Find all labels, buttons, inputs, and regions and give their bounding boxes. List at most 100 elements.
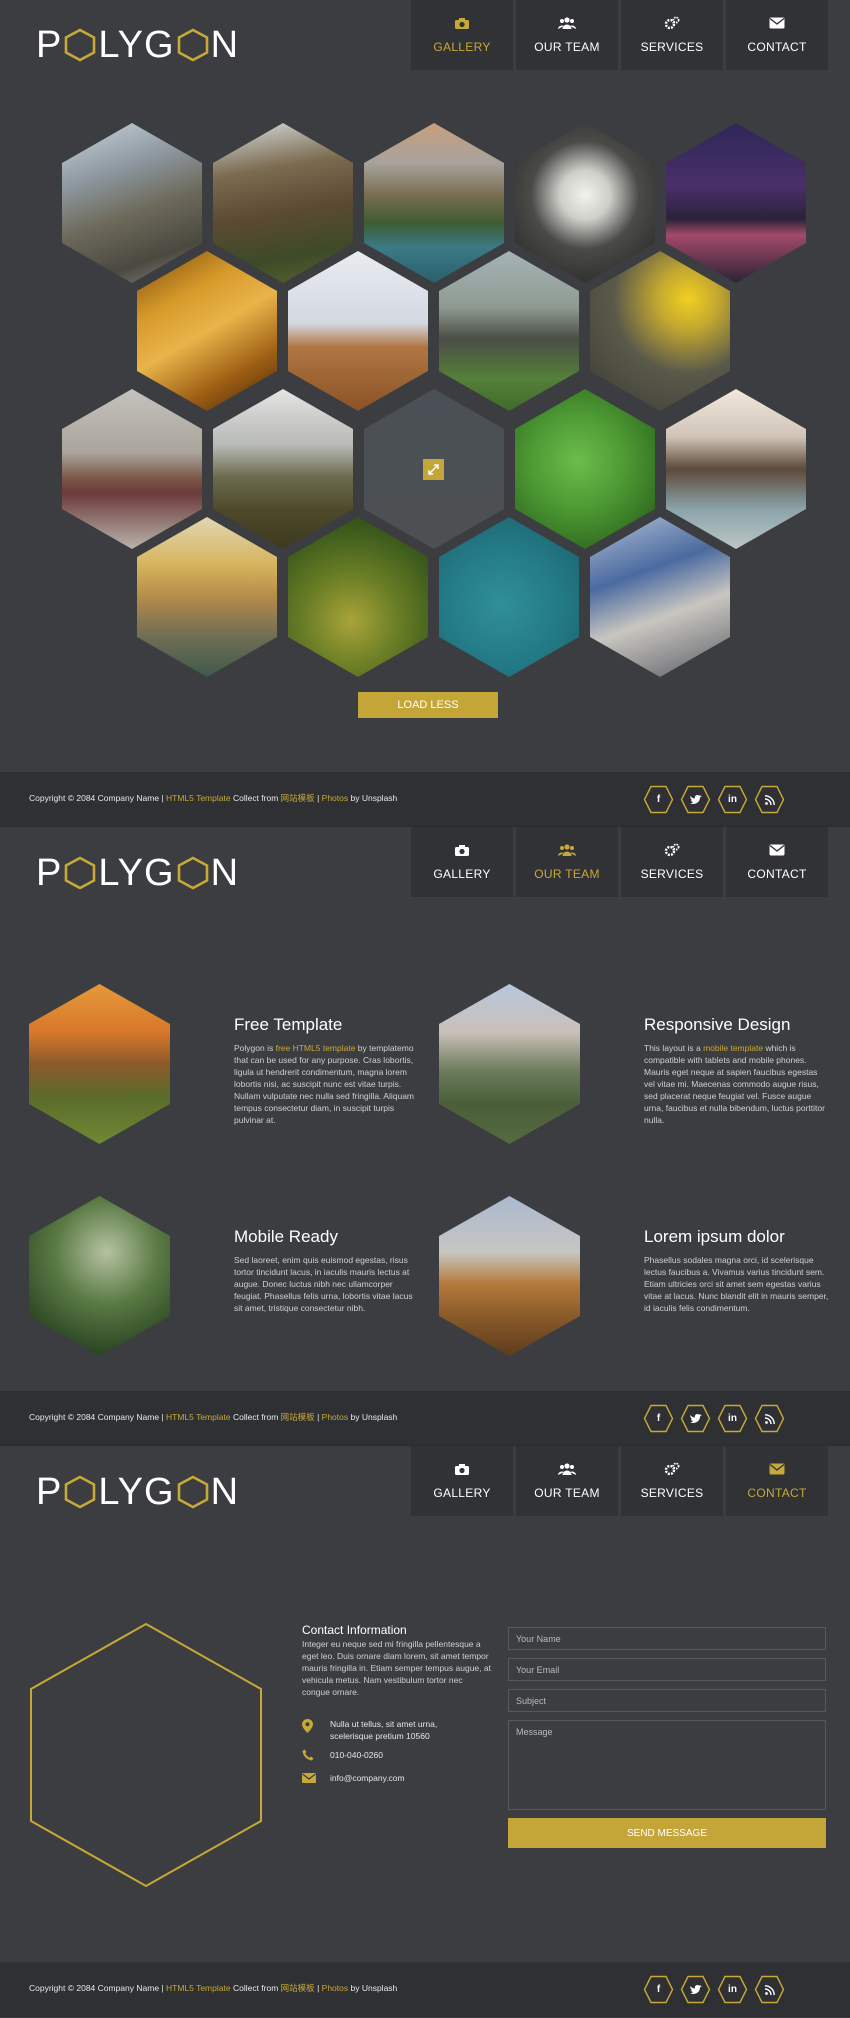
nav-contact[interactable]: CONTACT bbox=[726, 827, 828, 897]
main-nav: GALLERY OUR TEAM SERVICES CONTACT bbox=[411, 1446, 828, 1516]
nav-label: SERVICES bbox=[640, 1486, 704, 1500]
email-address[interactable]: info@company.com bbox=[330, 1773, 405, 1783]
rss-icon bbox=[764, 794, 775, 805]
expand-icon[interactable] bbox=[423, 459, 444, 480]
facebook-icon: f bbox=[656, 1984, 661, 1995]
feature-title: Lorem ipsum dolor bbox=[644, 1227, 785, 1246]
template-link[interactable]: HTML5 Template bbox=[166, 793, 231, 803]
nav-label: GALLERY bbox=[433, 867, 491, 881]
copyright: Copyright © 2084 Company Name | HTML5 Te… bbox=[29, 792, 397, 804]
logo[interactable]: P LYG N bbox=[36, 1471, 239, 1513]
footer: Copyright © 2084 Company Name | HTML5 Te… bbox=[0, 1391, 850, 1446]
facebook-icon: f bbox=[656, 794, 661, 805]
nav-gallery[interactable]: GALLERY bbox=[411, 827, 513, 897]
twitter-link[interactable] bbox=[680, 785, 711, 814]
linkedin-link[interactable]: in bbox=[717, 1404, 748, 1433]
copyright-text: Copyright © 2084 Company Name | bbox=[29, 1412, 164, 1422]
photos-link[interactable]: Photos bbox=[322, 1983, 348, 1993]
nav-contact[interactable]: CONTACT bbox=[726, 0, 828, 70]
users-icon bbox=[558, 1463, 576, 1475]
feature-text: Sed laoreet, enim quis euismod egestas, … bbox=[234, 1255, 413, 1313]
feature-title: Responsive Design bbox=[644, 1015, 791, 1034]
nav-label: OUR TEAM bbox=[534, 40, 600, 54]
rss-link[interactable] bbox=[754, 785, 785, 814]
nav-our-team[interactable]: OUR TEAM bbox=[516, 1446, 618, 1516]
phone-icon bbox=[302, 1749, 314, 1761]
gallery-photo[interactable] bbox=[590, 251, 730, 411]
facebook-link[interactable]: f bbox=[643, 785, 674, 814]
gallery-photo[interactable] bbox=[137, 517, 277, 677]
rss-link[interactable] bbox=[754, 1975, 785, 2004]
photos-link[interactable]: Photos bbox=[322, 793, 348, 803]
logo-hex-icon bbox=[63, 1475, 97, 1509]
load-less-button[interactable]: LOAD LESS bbox=[358, 692, 498, 718]
copyright-text: Copyright © 2084 Company Name | bbox=[29, 793, 164, 803]
nav-services[interactable]: SERVICES bbox=[621, 827, 723, 897]
collect-site-link[interactable]: 网站模板 bbox=[281, 1412, 315, 1422]
gallery-photo[interactable] bbox=[666, 389, 806, 549]
photos-link[interactable]: Photos bbox=[322, 1412, 348, 1422]
gallery-photo[interactable] bbox=[515, 123, 655, 283]
nav-gallery[interactable]: GALLERY bbox=[411, 1446, 513, 1516]
logo-hex-icon bbox=[63, 856, 97, 890]
facebook-link[interactable]: f bbox=[643, 1975, 674, 2004]
template-link[interactable]: HTML5 Template bbox=[166, 1412, 231, 1422]
linkedin-link[interactable]: in bbox=[717, 785, 748, 814]
nav-services[interactable]: SERVICES bbox=[621, 0, 723, 70]
nav-services[interactable]: SERVICES bbox=[621, 1446, 723, 1516]
email-field[interactable]: Your Email bbox=[508, 1658, 826, 1681]
nav-our-team[interactable]: OUR TEAM bbox=[516, 827, 618, 897]
gallery-photo[interactable] bbox=[213, 123, 353, 283]
users-icon bbox=[558, 844, 576, 856]
gallery-photo[interactable] bbox=[288, 251, 428, 411]
collect-site-link[interactable]: 网站模板 bbox=[281, 793, 315, 803]
gallery-photo[interactable] bbox=[62, 123, 202, 283]
feature-title: Free Template bbox=[234, 1015, 343, 1034]
nav-contact[interactable]: CONTACT bbox=[726, 1446, 828, 1516]
envelope-icon bbox=[769, 1463, 785, 1475]
twitter-link[interactable] bbox=[680, 1975, 711, 2004]
logo-hex-icon bbox=[176, 856, 210, 890]
rss-link[interactable] bbox=[754, 1404, 785, 1433]
social-links: f in bbox=[643, 785, 785, 814]
name-field[interactable]: Your Name bbox=[508, 1627, 826, 1650]
gears-icon bbox=[664, 843, 680, 857]
contact-heading: Contact Information bbox=[302, 1623, 407, 1637]
logo[interactable]: P LYG N bbox=[36, 24, 239, 66]
logo[interactable]: P LYG N bbox=[36, 852, 239, 894]
send-message-button[interactable]: SEND MESSAGE bbox=[508, 1818, 826, 1848]
users-icon bbox=[558, 17, 576, 29]
nav-label: CONTACT bbox=[747, 1486, 807, 1500]
nav-our-team[interactable]: OUR TEAM bbox=[516, 0, 618, 70]
nav-label: OUR TEAM bbox=[534, 867, 600, 881]
logo-hex-icon bbox=[176, 28, 210, 62]
template-link[interactable]: HTML5 Template bbox=[166, 1983, 231, 1993]
feature-image bbox=[29, 984, 170, 1144]
gallery-photo[interactable] bbox=[439, 517, 579, 677]
facebook-link[interactable]: f bbox=[643, 1404, 674, 1433]
gallery-page: P LYG N GALLERY OUR TEAM SERVICES CONTACT bbox=[0, 0, 850, 827]
gallery-photo[interactable] bbox=[364, 123, 504, 283]
gallery-photo[interactable] bbox=[288, 517, 428, 677]
collect-site-link[interactable]: 网站模板 bbox=[281, 1983, 315, 1993]
phone-number: 010-040-0260 bbox=[330, 1750, 383, 1760]
feature-text: Polygon is free HTML5 template by templa… bbox=[234, 1043, 415, 1125]
linkedin-link[interactable]: in bbox=[717, 1975, 748, 2004]
address-line-1: Nulla ut tellus, sit amet urna, bbox=[330, 1719, 438, 1729]
gallery-photo[interactable] bbox=[62, 389, 202, 549]
twitter-link[interactable] bbox=[680, 1404, 711, 1433]
gallery-photo[interactable] bbox=[137, 251, 277, 411]
gallery-photo[interactable] bbox=[590, 517, 730, 677]
gallery-photo[interactable] bbox=[439, 251, 579, 411]
message-field[interactable]: Message bbox=[508, 1720, 826, 1810]
feature-image bbox=[29, 1196, 170, 1356]
hexagon-outline-graphic bbox=[30, 1622, 262, 1888]
subject-field[interactable]: Subject bbox=[508, 1689, 826, 1712]
gallery-photo[interactable] bbox=[213, 389, 353, 549]
map-marker-icon bbox=[302, 1719, 313, 1733]
by-text: by Unsplash bbox=[350, 1412, 398, 1422]
nav-gallery[interactable]: GALLERY bbox=[411, 0, 513, 70]
gallery-photo[interactable] bbox=[666, 123, 806, 283]
gallery-photo[interactable] bbox=[515, 389, 655, 549]
separator: | bbox=[317, 1412, 320, 1422]
